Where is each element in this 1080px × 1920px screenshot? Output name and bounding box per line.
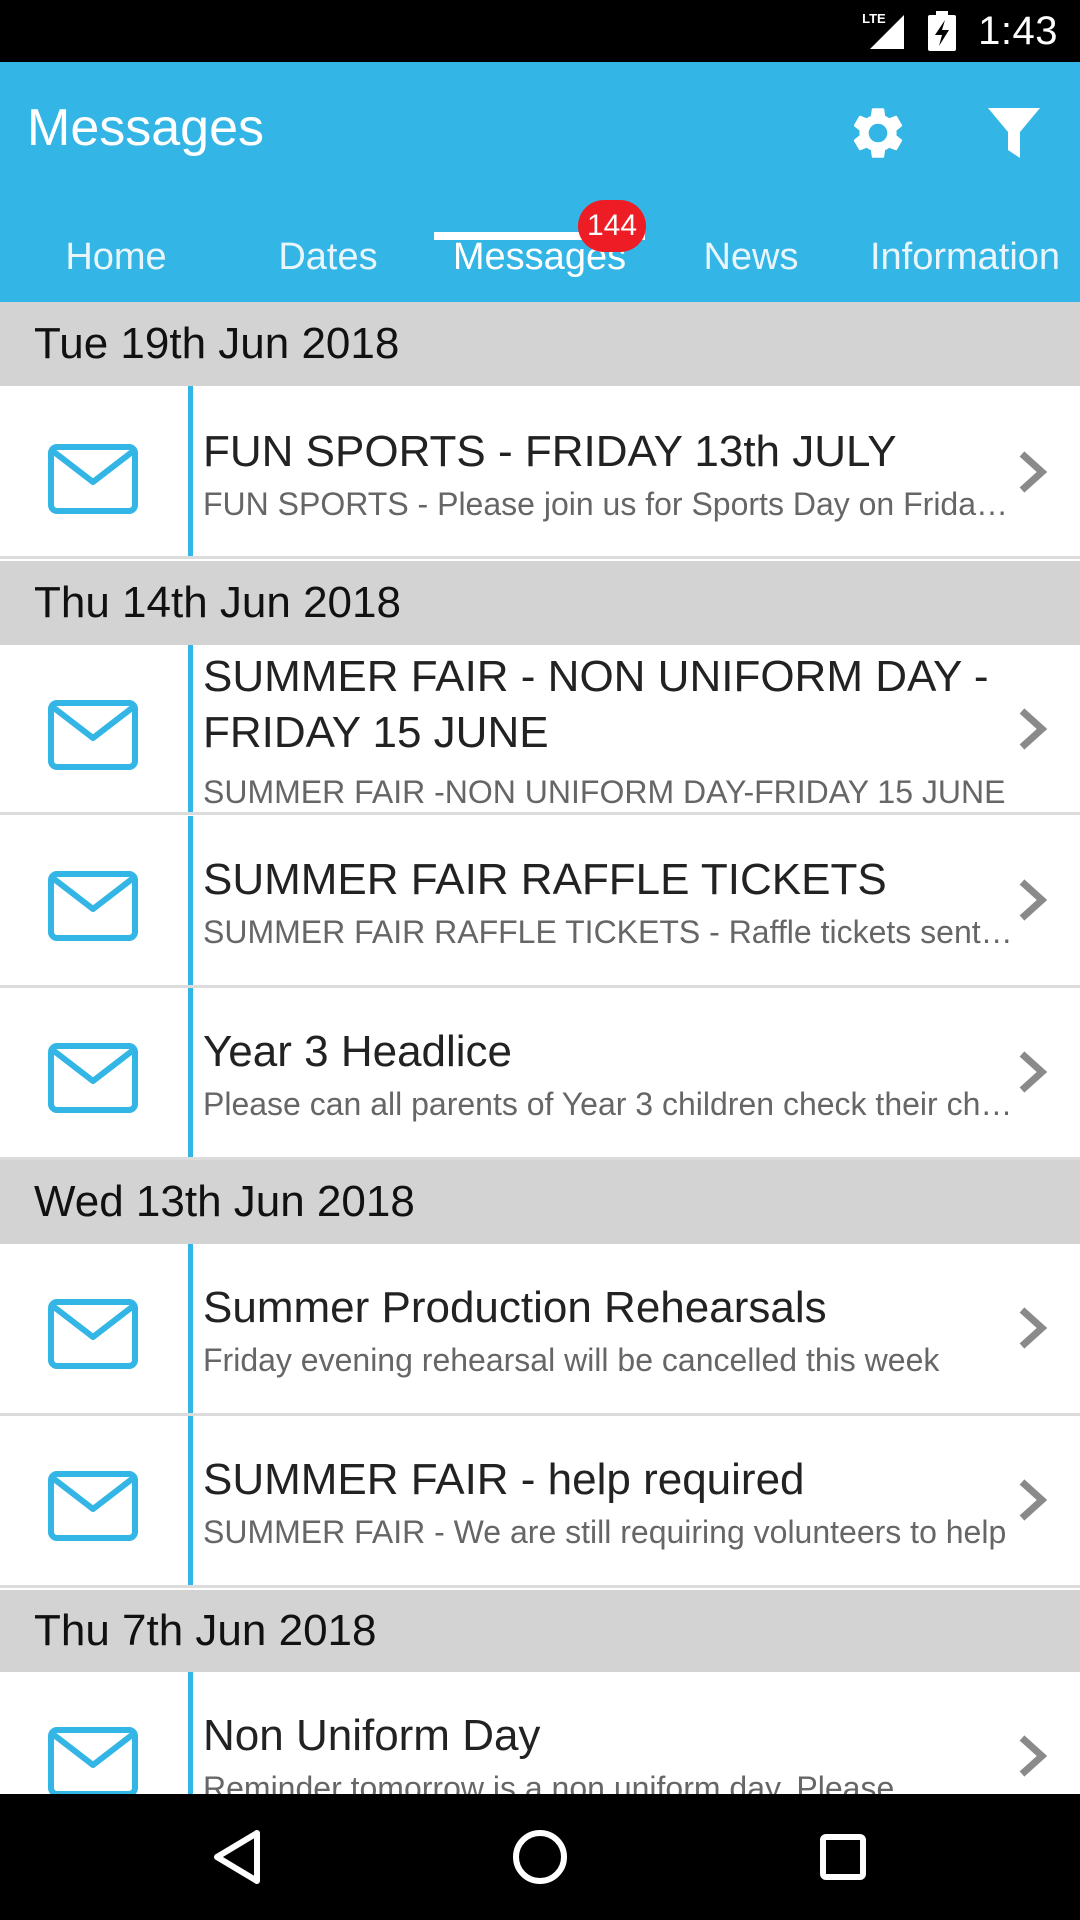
row-accent-divider	[188, 386, 193, 556]
chevron-right-icon	[1019, 451, 1048, 493]
tab-home[interactable]: Home	[0, 220, 232, 302]
message-list[interactable]: Tue 19th Jun 2018 FUN SPORTS - FRIDAY 13…	[0, 302, 1080, 1794]
back-button[interactable]	[202, 1822, 272, 1892]
status-icons: LTE 1:43	[862, 0, 1058, 62]
envelope-icon	[48, 1471, 138, 1541]
home-button[interactable]	[505, 1822, 575, 1892]
date-header: Wed 13th Jun 2018	[0, 1160, 1080, 1244]
chevron-right-icon	[1019, 708, 1048, 750]
date-header: Tue 19th Jun 2018	[0, 302, 1080, 386]
message-title: SUMMER FAIR - NON UNIFORM DAY - FRIDAY 1…	[203, 652, 989, 757]
message-title: Year 3 Headlice	[203, 1027, 513, 1076]
row-accent-divider	[188, 1672, 193, 1794]
message-preview: FUN SPORTS - Please join us for Sports D…	[203, 486, 1013, 522]
message-preview: Friday evening rehearsal will be cancell…	[203, 1342, 940, 1378]
system-nav-bar	[0, 1794, 1080, 1920]
message-row[interactable]: Summer Production Rehearsals Friday even…	[0, 1244, 1080, 1416]
tab-news[interactable]: News	[645, 220, 857, 302]
message-preview: Please can all parents of Year 3 childre…	[203, 1086, 1013, 1122]
gear-icon	[853, 108, 903, 158]
home-circle-icon	[513, 1830, 567, 1884]
message-title: SUMMER FAIR - help required	[203, 1455, 805, 1504]
chevron-right-icon	[1019, 1735, 1048, 1777]
message-title: SUMMER FAIR RAFFLE TICKETS	[203, 855, 887, 904]
envelope-icon	[48, 1043, 138, 1113]
row-accent-divider	[188, 816, 193, 985]
message-row[interactable]: SUMMER FAIR - help required SUMMER FAIR …	[0, 1416, 1080, 1588]
envelope-icon	[48, 871, 138, 941]
status-bar: LTE 1:43	[0, 0, 1080, 62]
envelope-icon	[48, 1727, 138, 1794]
row-accent-divider	[188, 988, 193, 1157]
message-title: Non Uniform Day	[203, 1711, 541, 1760]
settings-button[interactable]	[842, 97, 914, 169]
message-title: FUN SPORTS - FRIDAY 13th JULY	[203, 427, 897, 476]
network-type-label: LTE	[862, 11, 886, 26]
app-bar: Messages Home Dates Messages News Inform…	[0, 62, 1080, 302]
chevron-right-icon	[1019, 879, 1048, 921]
message-preview: SUMMER FAIR - We are still requiring vol…	[203, 1514, 1007, 1550]
recents-square-icon	[820, 1834, 866, 1880]
message-preview: SUMMER FAIR RAFFLE TICKETS - Raffle tick…	[203, 914, 1013, 950]
row-accent-divider	[188, 645, 193, 812]
envelope-icon	[48, 444, 138, 514]
back-triangle-icon	[214, 1830, 260, 1884]
message-row[interactable]: Year 3 Headlice Please can all parents o…	[0, 988, 1080, 1160]
message-preview: SUMMER FAIR -NON UNIFORM DAY-FRIDAY 15 J…	[203, 774, 1006, 810]
lte-signal-icon: LTE	[862, 11, 906, 51]
recents-button[interactable]	[808, 1822, 878, 1892]
chevron-right-icon	[1019, 1051, 1048, 1093]
date-header: Thu 14th Jun 2018	[0, 561, 1080, 645]
row-accent-divider	[188, 1244, 193, 1413]
envelope-icon	[48, 700, 138, 770]
tab-information[interactable]: Information	[850, 220, 1080, 302]
chevron-right-icon	[1019, 1307, 1048, 1349]
message-row[interactable]: SUMMER FAIR RAFFLE TICKETS SUMMER FAIR R…	[0, 816, 1080, 988]
date-header: Thu 7th Jun 2018	[0, 1590, 1080, 1672]
unread-count-badge: 144	[578, 200, 646, 252]
envelope-icon	[48, 1299, 138, 1369]
message-row[interactable]: Non Uniform Day Reminder tomorrow is a n…	[0, 1672, 1080, 1794]
message-row[interactable]: FUN SPORTS - FRIDAY 13th JULY FUN SPORTS…	[0, 386, 1080, 559]
message-title: Summer Production Rehearsals	[203, 1283, 827, 1332]
filter-button[interactable]	[978, 97, 1050, 169]
page-title: Messages	[27, 99, 264, 157]
chevron-right-icon	[1019, 1479, 1048, 1521]
filter-icon	[988, 108, 1040, 158]
clock: 1:43	[978, 8, 1058, 53]
message-row[interactable]: SUMMER FAIR - NON UNIFORM DAY - FRIDAY 1…	[0, 645, 1080, 815]
row-accent-divider	[188, 1416, 193, 1585]
battery-charging-icon	[928, 11, 957, 51]
tab-dates[interactable]: Dates	[222, 220, 434, 302]
message-preview: Reminder tomorrow is a non uniform day. …	[203, 1770, 895, 1794]
